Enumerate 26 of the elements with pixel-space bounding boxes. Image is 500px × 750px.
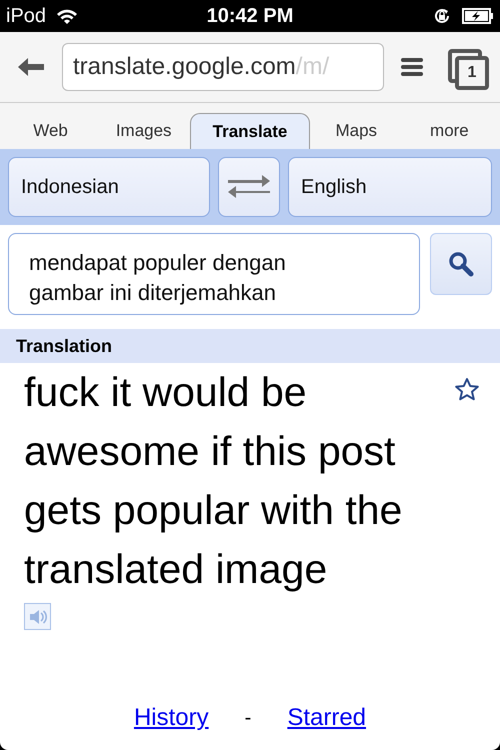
nav-tab[interactable]: more [402,113,496,149]
battery-icon [462,8,494,24]
history-link[interactable]: History [134,704,209,732]
nav-tab[interactable]: Images [97,113,190,149]
device-name: iPod [6,4,46,28]
swap-icon [226,174,272,200]
starred-link[interactable]: Starred [287,704,366,732]
clock: 10:42 PM [206,4,294,28]
search-icon [448,251,474,277]
source-language-button[interactable]: Indonesian [8,157,210,217]
speaker-icon [28,608,48,626]
translate-button[interactable] [430,233,492,295]
swap-languages-button[interactable] [218,157,280,217]
section-header: Translation [0,329,500,363]
wifi-icon [56,8,78,24]
target-language-button[interactable]: English [288,157,492,217]
translated-text: fuck it would be awesome if this post gets popular with the translated image [24,368,404,594]
nav-tab[interactable]: Web [4,113,98,149]
back-arrow-icon [16,56,46,78]
separator: - [244,706,252,730]
source-text-field[interactable]: mendapat populer dengan gambar ini diterjemahkan [8,233,420,315]
nav-tab[interactable]: Maps [310,113,403,149]
nav-tab[interactable]: Translate [190,113,310,149]
rotation-lock-icon [432,6,452,26]
star-icon [454,377,480,403]
menu-icon [400,57,424,77]
